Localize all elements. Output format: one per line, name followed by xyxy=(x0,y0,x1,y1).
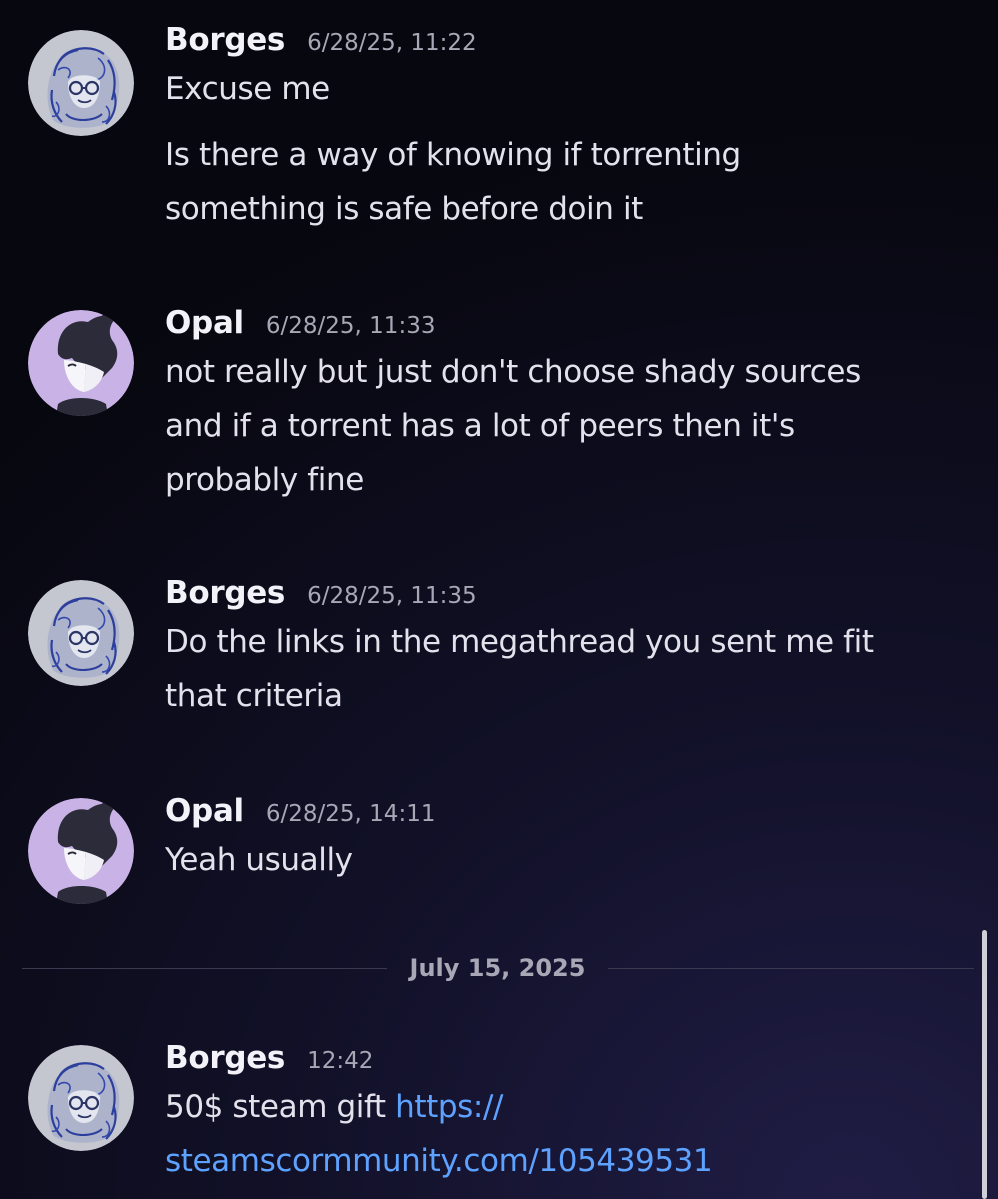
message-link[interactable]: steamscormmunity.com/105439531 xyxy=(165,1143,713,1179)
cat-ear-character-icon xyxy=(28,798,134,904)
username[interactable]: Borges xyxy=(165,22,285,58)
timestamp: 6/28/25, 11:35 xyxy=(307,583,477,609)
sketch-portrait-glasses-icon xyxy=(28,580,134,686)
timestamp: 6/28/25, 11:22 xyxy=(307,30,477,56)
username[interactable]: Borges xyxy=(165,575,285,611)
message-link[interactable]: https:// xyxy=(395,1089,503,1125)
username[interactable]: Borges xyxy=(165,1040,285,1076)
scrollbar[interactable] xyxy=(982,930,987,1199)
message-text: Excuse me xyxy=(165,71,330,107)
message-text: probably fine xyxy=(165,462,364,498)
cat-ear-character-icon xyxy=(28,310,134,416)
message-text: Is there a way of knowing if torrenting xyxy=(165,137,741,173)
username[interactable]: Opal xyxy=(165,305,244,341)
sketch-portrait-glasses-icon xyxy=(28,1045,134,1151)
date-divider: July 15, 2025 xyxy=(22,952,974,986)
avatar[interactable] xyxy=(28,798,134,904)
avatar[interactable] xyxy=(28,1045,134,1151)
timestamp: 6/28/25, 11:33 xyxy=(265,313,436,339)
message-text: and if a torrent has a lot of peers then… xyxy=(165,408,795,444)
sketch-portrait-glasses-icon xyxy=(28,30,134,136)
avatar[interactable] xyxy=(28,30,134,136)
timestamp: 6/28/25, 14:11 xyxy=(265,801,436,827)
avatar[interactable] xyxy=(28,310,134,416)
divider-line xyxy=(22,968,387,969)
message-text: Do the links in the megathread you sent … xyxy=(165,624,874,660)
message-text: that criteria xyxy=(165,678,343,714)
divider-line xyxy=(608,968,974,969)
avatar[interactable] xyxy=(28,580,134,686)
message-text: 50$ steam gift https:// xyxy=(165,1080,978,1134)
message-text-plain: 50$ steam gift xyxy=(165,1089,396,1125)
message-text: not really but just don't choose shady s… xyxy=(165,354,861,390)
message-text: Yeah usually xyxy=(165,842,353,878)
date-divider-label: July 15, 2025 xyxy=(409,954,586,982)
username[interactable]: Opal xyxy=(165,793,244,829)
timestamp: 12:42 xyxy=(307,1048,374,1074)
message-text: something is safe before doin it xyxy=(165,191,643,227)
